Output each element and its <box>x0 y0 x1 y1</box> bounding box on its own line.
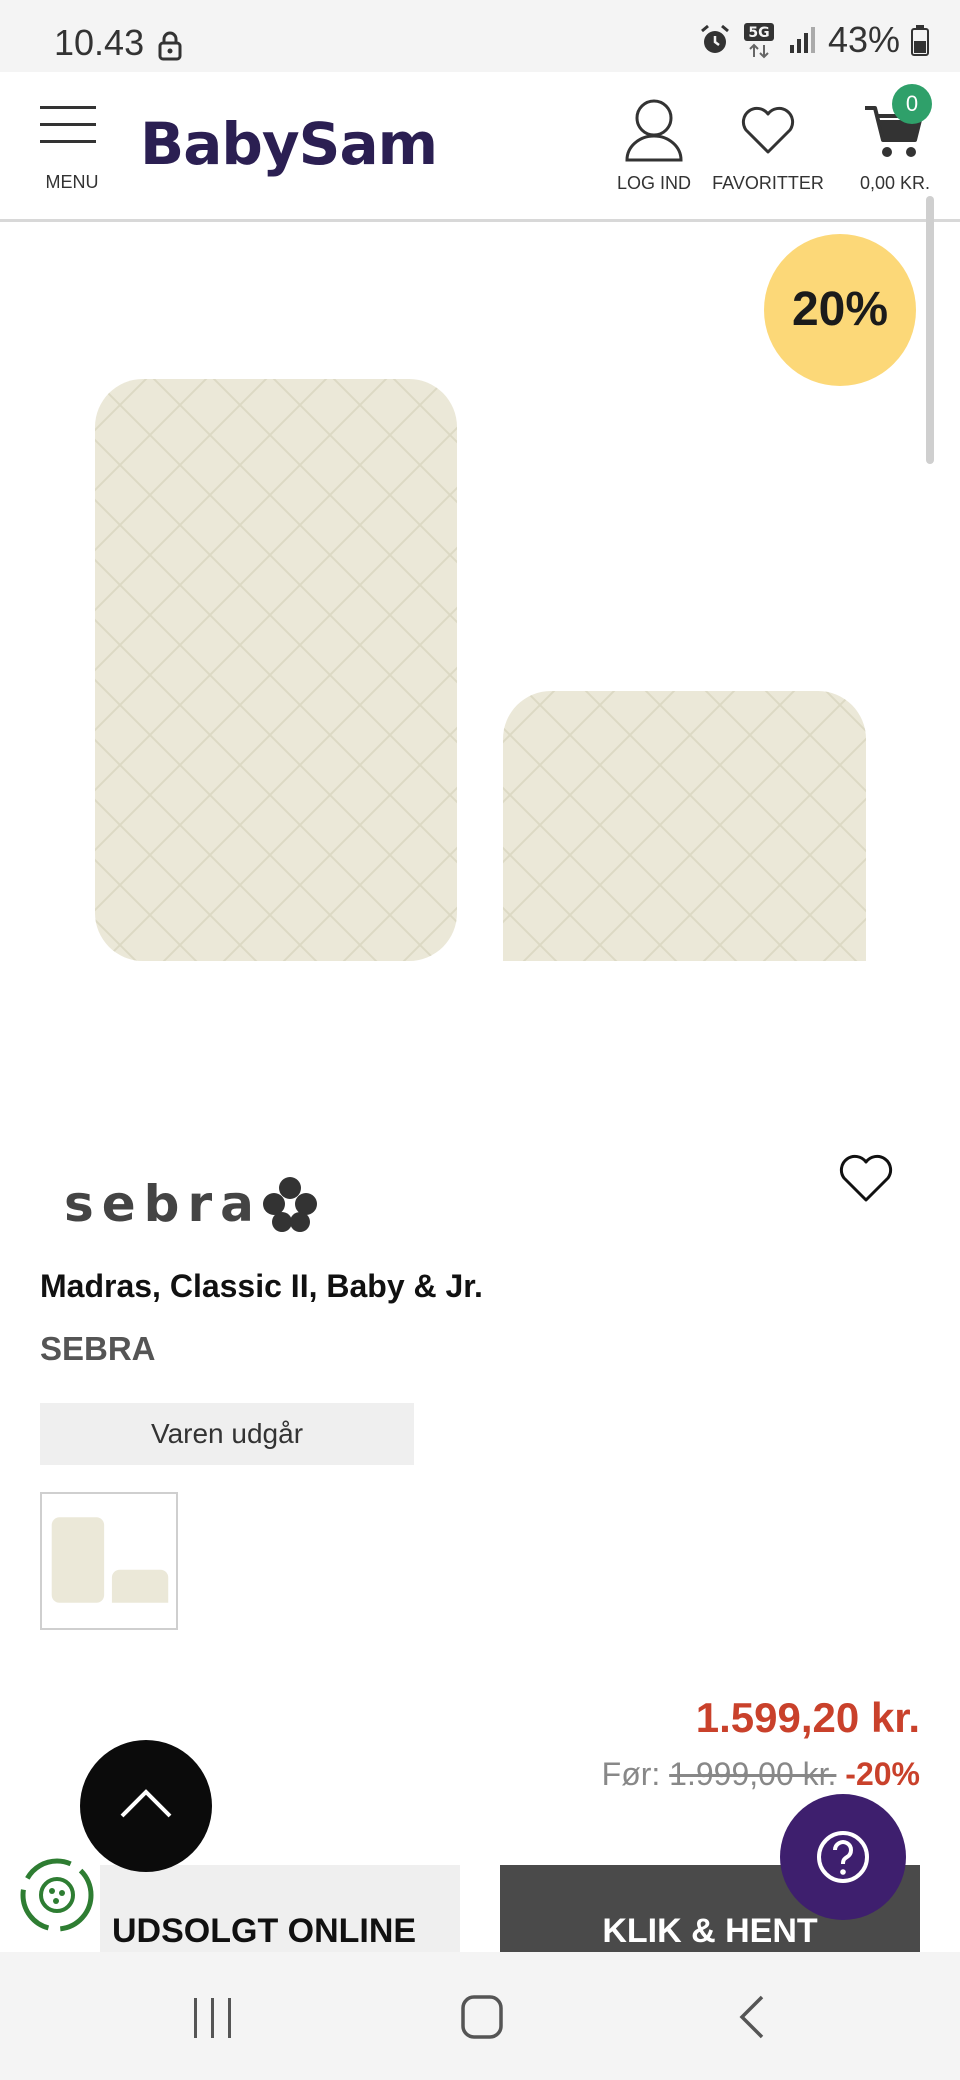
heart-icon <box>741 106 795 154</box>
menu-label: MENU <box>45 172 99 192</box>
mattress-small <box>503 691 866 1031</box>
cart-total: 0,00 KR. <box>859 173 931 193</box>
question-icon <box>817 1831 869 1883</box>
user-icon <box>625 99 683 162</box>
old-price: 1.999,00 kr. <box>669 1756 837 1792</box>
add-to-favorites-heart-icon[interactable] <box>836 1150 896 1206</box>
recycle-cookie-icon[interactable] <box>18 1856 96 1934</box>
hamburger-icon <box>40 106 96 143</box>
status-icons: 5G 43% <box>698 19 930 60</box>
product-brand[interactable]: SEBRA <box>40 1330 156 1368</box>
alarm-icon <box>700 24 729 53</box>
scroll-to-top-button[interactable] <box>80 1740 212 1872</box>
battery-percent: 43% <box>827 19 900 60</box>
back-icon[interactable] <box>736 1994 768 2040</box>
sebra-flower-icon <box>262 1177 317 1232</box>
sold-out-online-button[interactable]: UDSOLGT ONLINE <box>100 1865 460 1955</box>
chevron-up-icon <box>120 1789 172 1818</box>
discount-percent: -20% <box>845 1756 920 1792</box>
old-price-row: Før: 1.999,00 kr. -20% <box>602 1756 920 1793</box>
cart-button[interactable]: 0 0,00 KR. <box>840 84 950 194</box>
network-label: 5G <box>748 25 769 41</box>
old-price-prefix: Før: <box>601 1756 661 1792</box>
help-button[interactable] <box>780 1794 906 1920</box>
cart-count-badge: 0 <box>892 84 932 124</box>
lock-icon <box>158 31 182 61</box>
babysam-logo[interactable]: BabySam <box>140 110 438 178</box>
system-nav-bar <box>0 1952 960 2080</box>
sebra-brand-logo[interactable]: sebra <box>64 1172 318 1236</box>
availability-tag: Varen udgår <box>40 1403 414 1465</box>
recent-apps-icon[interactable] <box>190 1996 236 2040</box>
mattress-large <box>95 379 457 961</box>
brand-logo-text: sebra <box>64 1175 262 1233</box>
network-5g-icon: 5G <box>743 23 774 59</box>
status-bar: 10.43 5G 43% <box>0 0 960 72</box>
discount-badge: 20% <box>764 234 916 386</box>
current-price: 1.599,20 kr. <box>695 1694 920 1741</box>
product-title: Madras, Classic II, Baby & Jr. <box>40 1268 483 1304</box>
home-icon[interactable] <box>460 1994 504 2040</box>
favorites-label: FAVORITTER <box>712 173 824 193</box>
menu-button[interactable]: MENU <box>40 102 104 198</box>
login-button[interactable]: LOG IND <box>612 98 696 194</box>
site-header: MENU BabySam LOG IND FAVORITTER 0 0,00 K… <box>0 72 960 222</box>
product-thumbnail[interactable] <box>40 1492 178 1630</box>
login-label: LOG IND <box>616 173 691 193</box>
status-time: 10.43 <box>54 22 145 63</box>
battery-icon <box>911 25 929 56</box>
favorites-button[interactable]: FAVORITTER <box>712 98 824 194</box>
signal-icon <box>789 27 815 53</box>
